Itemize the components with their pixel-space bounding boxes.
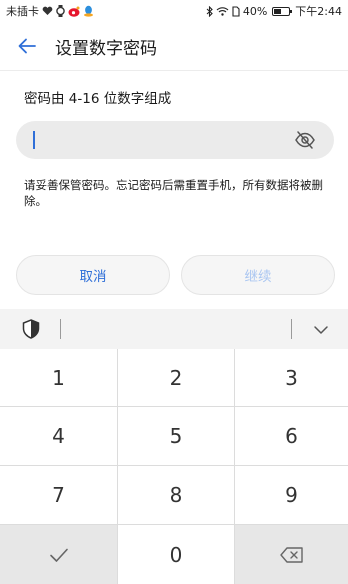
key-7[interactable]: 7 [0, 466, 117, 524]
status-left: 未插卡 [6, 3, 94, 19]
toolbar-divider [291, 319, 292, 339]
key-4[interactable]: 4 [0, 407, 117, 465]
app-header: 设置数字密码 [0, 22, 348, 70]
key-1[interactable]: 1 [0, 349, 117, 406]
carrier-text: 未插卡 [6, 5, 39, 18]
chevron-down-icon[interactable] [313, 322, 329, 336]
key-0[interactable]: 0 [118, 525, 234, 584]
backspace-icon[interactable] [235, 525, 348, 584]
key-8[interactable]: 8 [118, 466, 234, 524]
heart-icon [42, 6, 53, 16]
battery-percent: 40% [242, 4, 268, 18]
clock: 下午2:44 [295, 5, 342, 18]
continue-button[interactable]: 继续 [181, 255, 335, 295]
password-input[interactable] [16, 121, 334, 159]
qq-icon [83, 5, 94, 17]
sim-icon [232, 5, 240, 17]
numeric-keypad: 1 2 3 4 5 6 7 8 9 0 [0, 349, 348, 584]
bluetooth-icon [206, 5, 213, 17]
page-title: 设置数字密码 [55, 38, 157, 59]
toolbar-divider [60, 319, 61, 339]
key-2[interactable]: 2 [118, 349, 234, 406]
weibo-icon [68, 6, 80, 17]
checkmark-icon[interactable] [0, 525, 117, 584]
wifi-icon [216, 6, 229, 16]
instruction-text: 密码由 4-16 位数字组成 [24, 91, 172, 107]
status-bar: 未插卡 40% 下午2:44 [0, 0, 348, 22]
eye-hidden-icon[interactable] [294, 130, 316, 150]
key-9[interactable]: 9 [235, 466, 348, 524]
warning-text: 请妥善保管密码。忘记密码后需重置手机，所有数据将被删除。 [24, 178, 323, 208]
cancel-button[interactable]: 取消 [16, 255, 170, 295]
battery-icon [272, 6, 293, 16]
shield-icon [22, 319, 40, 339]
header-divider [0, 70, 348, 71]
watch-icon [56, 5, 65, 17]
status-right: 40% 下午2:44 [206, 3, 342, 19]
text-caret [33, 131, 35, 149]
keyboard-toolbar [0, 309, 348, 349]
key-3[interactable]: 3 [235, 349, 348, 406]
key-6[interactable]: 6 [235, 407, 348, 465]
arrow-left-icon[interactable] [17, 36, 37, 56]
key-5[interactable]: 5 [118, 407, 234, 465]
